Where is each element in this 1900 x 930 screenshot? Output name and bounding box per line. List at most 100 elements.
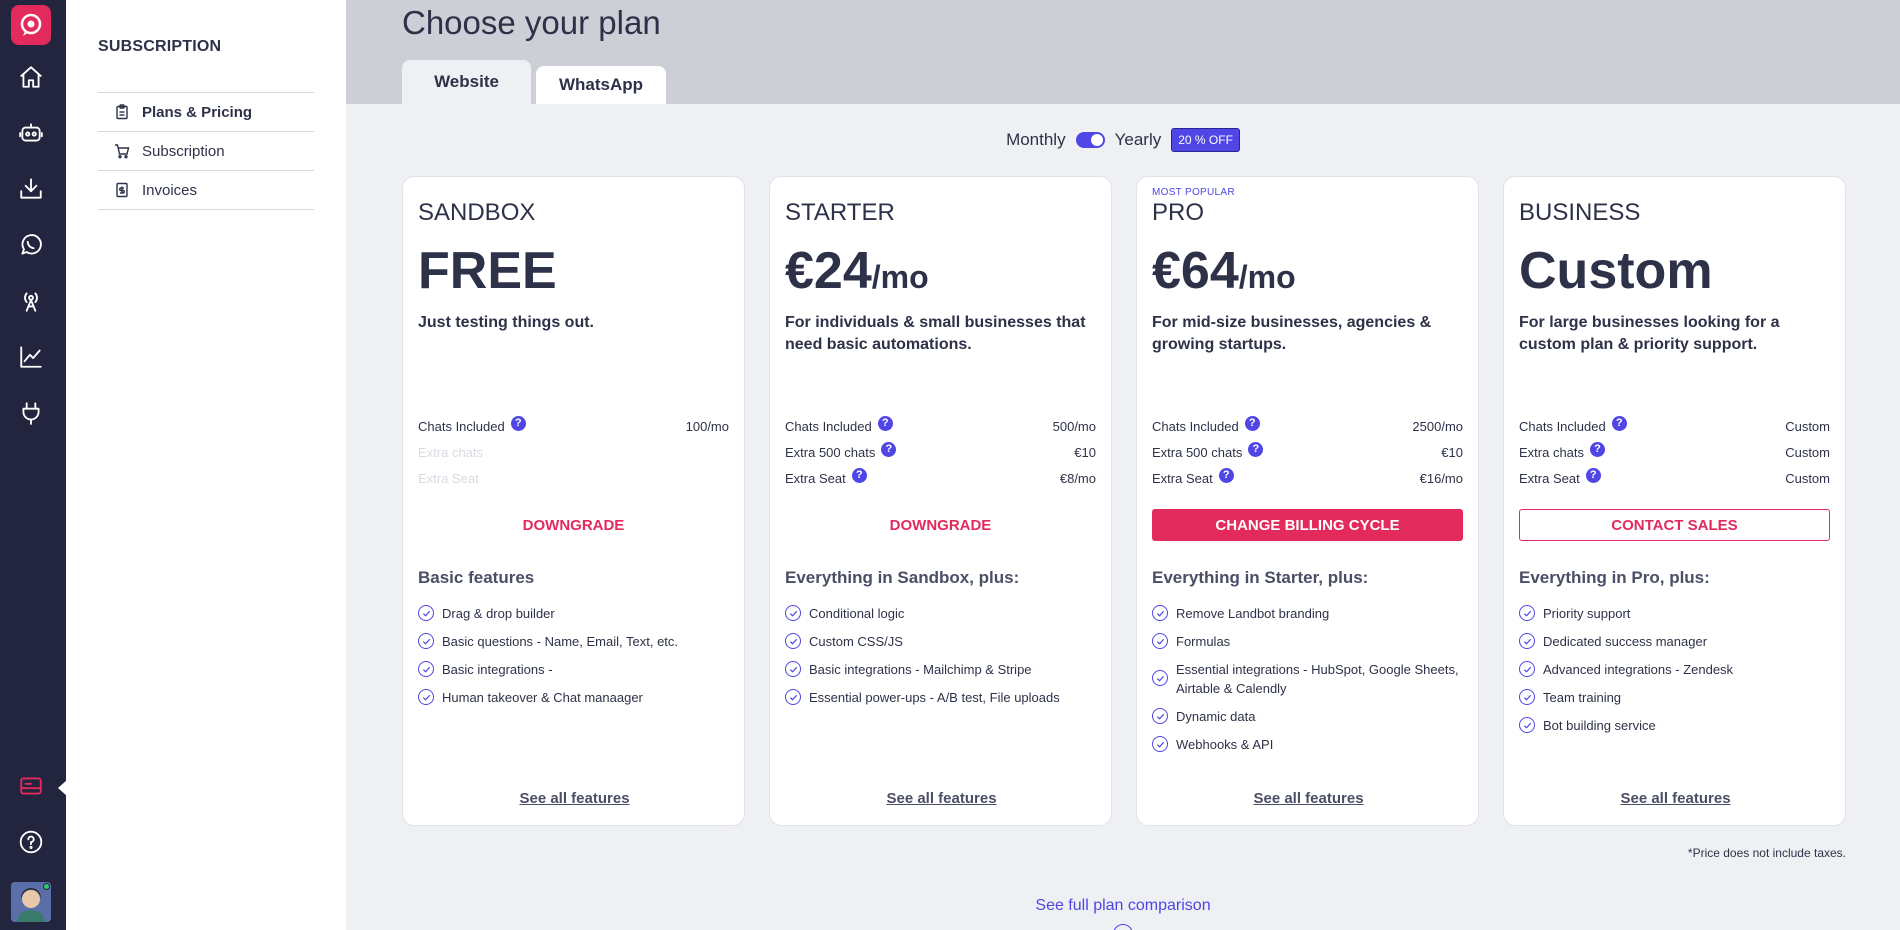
plan-description: For individuals & small businesses that … [785, 314, 1086, 353]
price-amount: €24 [785, 242, 872, 300]
limit-value: 100/mo [685, 418, 729, 434]
plan-limits: Chats Included? Custom Extra chats? Cust… [1519, 413, 1830, 491]
inbox-icon[interactable] [13, 171, 49, 207]
subscription-sidebar: SUBSCRIPTION Plans & Pricing Subscriptio… [66, 0, 346, 930]
help-tooltip-icon[interactable]: ? [1248, 441, 1264, 457]
plan-limits: Chats Included? 100/mo Extra chats Extra… [418, 413, 729, 491]
monthly-label[interactable]: Monthly [1006, 130, 1066, 150]
feature-item: Essential power-ups - A/B test, File upl… [785, 688, 1105, 707]
limit-row: Chats Included? 2500/mo [1152, 413, 1463, 439]
analytics-icon[interactable] [13, 339, 49, 375]
bot-icon[interactable] [13, 115, 49, 151]
whatsapp-icon[interactable] [13, 227, 49, 263]
feature-item: Formulas [1152, 632, 1472, 651]
limit-value: €16/mo [1419, 470, 1463, 486]
sidebar-item-label: Subscription [142, 142, 225, 160]
feature-item: Basic integrations - [418, 660, 738, 679]
price-amount: FREE [418, 242, 557, 300]
limit-label: Chats Included [1519, 418, 1606, 434]
check-icon [1519, 717, 1535, 733]
page-header: Choose your plan Website WhatsApp [346, 0, 1900, 104]
help-tooltip-icon[interactable]: ? [1585, 467, 1601, 483]
tab-whatsapp[interactable]: WhatsApp [536, 66, 666, 104]
plan-card-pro: MOST POPULAR PRO €64/mo For mid-size bus… [1136, 176, 1479, 826]
see-all-features-link[interactable]: See all features [770, 790, 1113, 807]
feature-text: Basic questions - Name, Email, Text, etc… [442, 634, 679, 649]
check-icon [1152, 633, 1168, 649]
help-tooltip-icon[interactable]: ? [881, 441, 897, 457]
help-tooltip-icon[interactable]: ? [1244, 415, 1260, 431]
full-comparison-link[interactable]: See full plan comparison [346, 897, 1900, 915]
limit-row: Extra 500 chats? €10 [785, 439, 1096, 465]
logo-icon [20, 13, 42, 36]
contact-sales-button[interactable]: CONTACT SALES [1519, 509, 1830, 541]
feature-list: Remove Landbot branding Formulas Essenti… [1152, 604, 1472, 763]
downgrade-button[interactable]: DOWNGRADE [785, 509, 1096, 541]
see-all-features-link[interactable]: See all features [1504, 790, 1847, 807]
tab-website[interactable]: Website [402, 60, 531, 104]
limit-row: Chats Included? 100/mo [418, 413, 729, 439]
downgrade-button[interactable]: DOWNGRADE [418, 509, 729, 541]
limit-row: Extra Seat? €8/mo [785, 465, 1096, 491]
billing-cycle-toggle[interactable] [1075, 132, 1105, 148]
home-icon[interactable] [13, 59, 49, 95]
limit-label: Chats Included [785, 418, 872, 434]
billing-icon[interactable] [13, 768, 49, 804]
feature-item: Basic integrations - Mailchimp & Stripe [785, 660, 1105, 679]
user-avatar[interactable] [11, 882, 51, 922]
plans-main: Choose your plan Website WhatsApp Monthl… [346, 0, 1900, 930]
feature-text: Basic integrations - [442, 662, 553, 677]
limit-row: Extra chats? Custom [1519, 439, 1830, 465]
help-tooltip-icon[interactable]: ? [877, 415, 893, 431]
chevron-down-icon[interactable] [1113, 924, 1133, 930]
price-period: /mo [1238, 259, 1296, 295]
check-icon [1152, 605, 1168, 621]
billing-cycle-switch: Monthly Yearly 20 % OFF [346, 128, 1900, 152]
feature-text: Essential integrations - HubSpot, Google… [1176, 662, 1459, 696]
help-tooltip-icon[interactable]: ? [1590, 441, 1606, 457]
feature-item: Bot building service [1519, 716, 1839, 735]
feature-text: Basic integrations - Mailchimp & Stripe [809, 662, 1032, 677]
help-tooltip-icon[interactable]: ? [1611, 415, 1627, 431]
feature-text: Advanced integrations - Zendesk [1543, 662, 1734, 677]
limit-value: 2500/mo [1412, 418, 1463, 434]
plan-price: €24/mo [785, 241, 929, 301]
limit-row: Extra 500 chats? €10 [1152, 439, 1463, 465]
plan-limits: Chats Included? 2500/mo Extra 500 chats?… [1152, 413, 1463, 491]
help-tooltip-icon[interactable]: ? [510, 415, 526, 431]
yearly-label[interactable]: Yearly [1115, 130, 1162, 150]
see-all-features-link[interactable]: See all features [1137, 790, 1480, 807]
help-tooltip-icon[interactable]: ? [1218, 467, 1234, 483]
feature-item: Advanced integrations - Zendesk [1519, 660, 1839, 679]
change-billing-cycle-button[interactable]: CHANGE BILLING CYCLE [1152, 509, 1463, 541]
limit-row: Extra Seat? Custom [1519, 465, 1830, 491]
online-status-dot [43, 883, 50, 890]
integrations-icon[interactable] [13, 395, 49, 431]
limit-value: 500/mo [1052, 418, 1096, 434]
check-icon [418, 605, 434, 621]
feature-text: Team training [1543, 690, 1622, 705]
plan-name: PRO [1152, 199, 1205, 226]
limit-row: Chats Included? 500/mo [785, 413, 1096, 439]
landbot-logo[interactable] [11, 5, 51, 45]
limit-value: €10 [1074, 444, 1096, 460]
limit-value: Custom [1785, 444, 1830, 460]
feature-text: Dynamic data [1176, 709, 1256, 724]
nav-rail [0, 0, 67, 930]
see-all-features-link[interactable]: See all features [403, 790, 746, 807]
sidebar-item-invoices[interactable]: Invoices [98, 171, 314, 210]
check-icon [785, 633, 801, 649]
limit-label: Extra Seat [1152, 470, 1213, 486]
cart-icon [115, 144, 130, 159]
broadcast-icon[interactable] [13, 283, 49, 319]
feature-text: Human takeover & Chat manaager [442, 690, 643, 705]
help-tooltip-icon[interactable]: ? [851, 467, 867, 483]
feature-list: Drag & drop builder Basic questions - Na… [418, 604, 738, 716]
sidebar-item-subscription[interactable]: Subscription [98, 132, 314, 171]
limit-value: €10 [1441, 444, 1463, 460]
plan-description: For large businesses looking for a custo… [1519, 314, 1780, 353]
limit-value: Custom [1785, 418, 1830, 434]
price-amount: Custom [1519, 242, 1713, 300]
sidebar-item-plans-pricing[interactable]: Plans & Pricing [98, 93, 314, 132]
help-icon[interactable] [13, 824, 49, 860]
